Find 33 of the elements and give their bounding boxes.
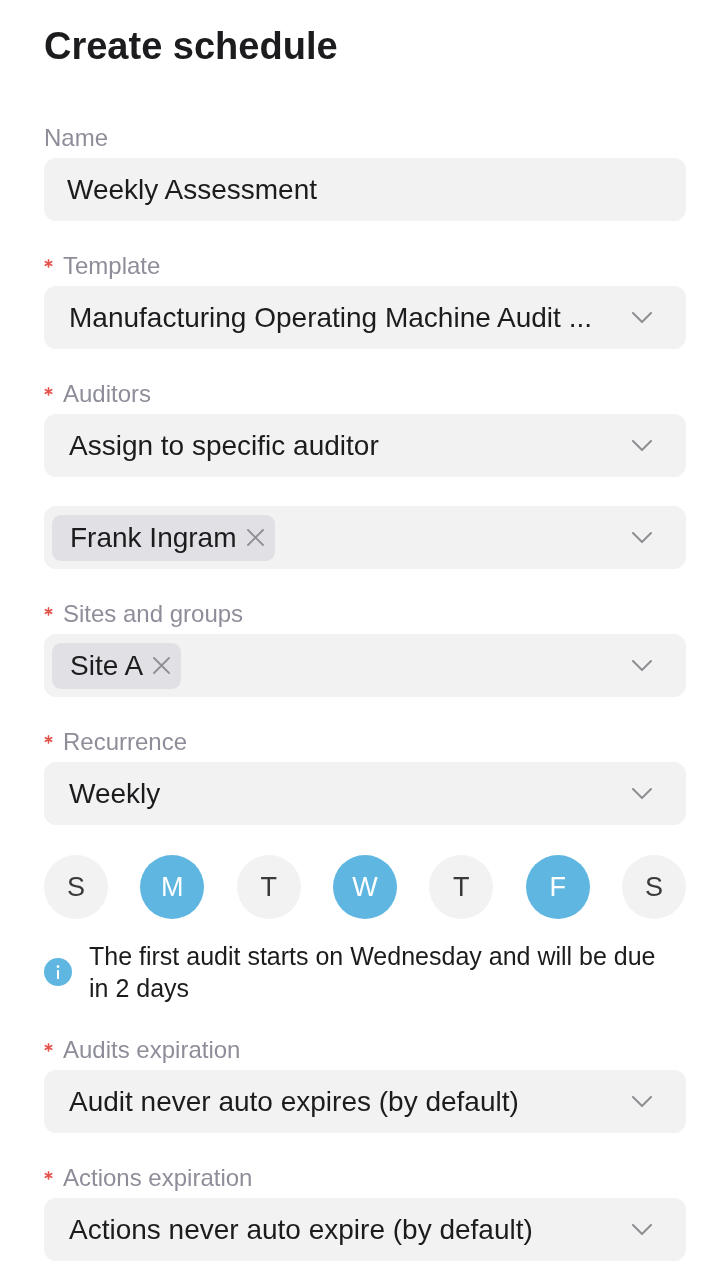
field-label: Sites and groups bbox=[63, 600, 244, 628]
tag-chip[interactable]: Site A bbox=[52, 642, 182, 689]
field-label: Audits expiration bbox=[63, 1036, 241, 1064]
tag-chip[interactable]: Frank Ingram bbox=[52, 514, 275, 561]
weekday-button[interactable]: S bbox=[621, 855, 686, 919]
chevron-down-icon[interactable] bbox=[632, 532, 652, 543]
dropdown-field[interactable]: Manufacturing Operating Machine Audit ... bbox=[44, 286, 686, 349]
chevron-down-icon[interactable] bbox=[632, 312, 652, 323]
dropdown-field[interactable]: Assign to specific auditor bbox=[44, 414, 686, 477]
page-title: Create schedule bbox=[44, 24, 339, 68]
dropdown-field[interactable]: Actions never auto expire (by default) bbox=[44, 1198, 686, 1261]
dropdown-field[interactable]: Audit never auto expires (by default) bbox=[44, 1070, 686, 1133]
chevron-down-icon[interactable] bbox=[632, 440, 652, 451]
info-icon bbox=[44, 958, 72, 986]
tag-select-field[interactable]: Frank Ingram bbox=[44, 506, 686, 569]
weekday-button[interactable]: T bbox=[429, 855, 494, 919]
close-icon[interactable] bbox=[246, 529, 264, 546]
info-text: The first audit starts on Wednesday and will be due in 2 days bbox=[89, 941, 657, 1004]
chevron-down-icon[interactable] bbox=[632, 660, 652, 671]
field-label: Name bbox=[44, 124, 109, 152]
text-input[interactable]: Weekly Assessment bbox=[44, 158, 686, 221]
field-label: Auditors bbox=[63, 380, 152, 408]
chevron-down-icon[interactable] bbox=[632, 788, 652, 799]
tag-select-field[interactable]: Site A bbox=[44, 634, 686, 697]
dropdown-field[interactable]: Weekly bbox=[44, 762, 686, 825]
weekday-button[interactable]: T bbox=[236, 855, 301, 919]
chevron-down-icon[interactable] bbox=[632, 1224, 652, 1235]
weekday-button[interactable]: S bbox=[44, 855, 108, 919]
field-label: Actions expiration bbox=[63, 1164, 253, 1192]
field-label: Recurrence bbox=[63, 728, 188, 756]
field-label: Template bbox=[63, 252, 161, 280]
close-icon[interactable] bbox=[153, 657, 171, 674]
chevron-down-icon[interactable] bbox=[632, 1096, 652, 1107]
